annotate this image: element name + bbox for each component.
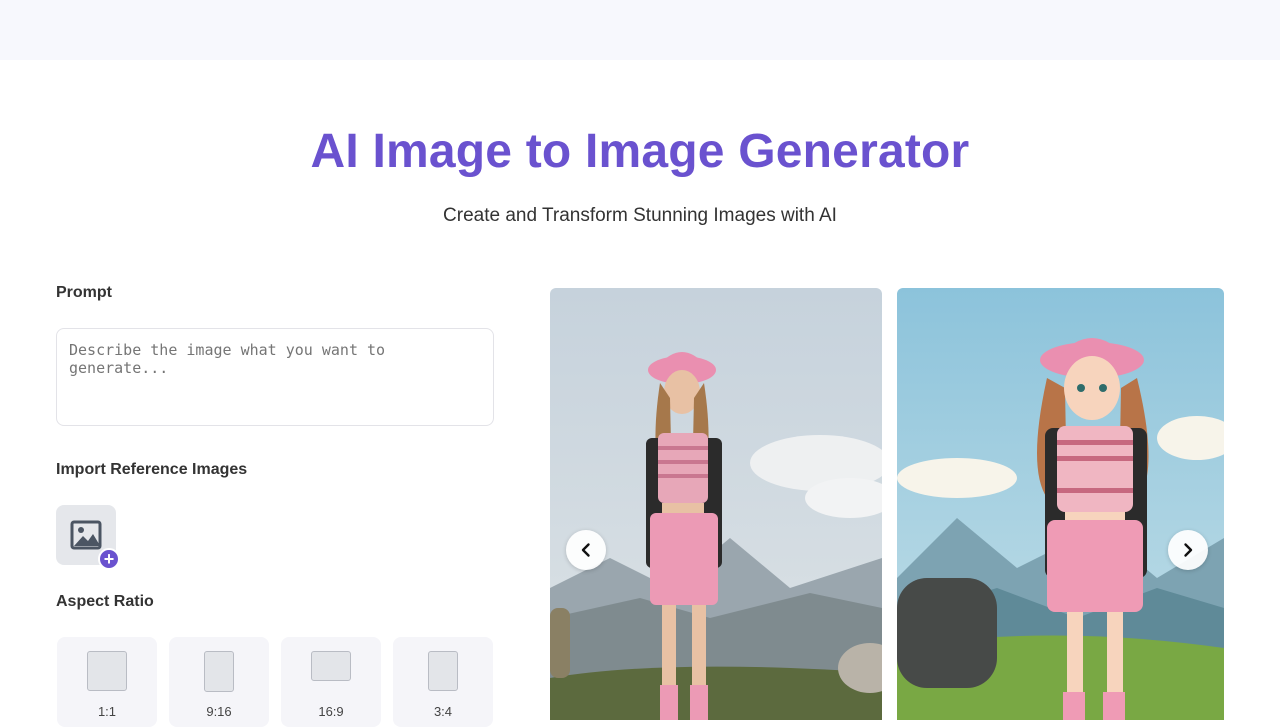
carousel-next-button[interactable] — [1168, 530, 1208, 570]
aspect-ratio-option-label: 1:1 — [97, 704, 117, 719]
portrait-ratio-icon — [428, 651, 458, 691]
plus-icon[interactable]: + — [98, 548, 120, 570]
example-anime-image — [897, 288, 1224, 720]
example-photo-image — [550, 288, 882, 720]
aspect-ratio-option-3-4[interactable]: 3:4 — [393, 637, 493, 727]
page-subtitle: Create and Transform Stunning Images wit… — [443, 205, 837, 226]
reference-images-label: Import Reference Images — [56, 461, 248, 478]
example-carousel — [550, 288, 1224, 720]
portrait-ratio-icon — [204, 651, 234, 692]
aspect-ratio-option-label: 9:16 — [206, 704, 232, 719]
top-nav-bar — [0, 0, 1280, 60]
chevron-left-icon — [581, 543, 590, 557]
aspect-ratio-option-9-16[interactable]: 9:16 — [169, 637, 269, 727]
aspect-ratio-option-1-1[interactable]: 1:1 — [57, 637, 157, 727]
prompt-label: Prompt — [56, 284, 112, 301]
chevron-right-icon — [1184, 543, 1193, 557]
landscape-ratio-icon — [311, 651, 351, 681]
carousel-slide-anime — [897, 288, 1224, 720]
prompt-input[interactable] — [56, 328, 494, 426]
square-ratio-icon — [87, 651, 127, 691]
page-title: AI Image to Image Generator — [310, 125, 970, 178]
carousel-slide-photo — [550, 288, 882, 720]
image-icon — [70, 520, 102, 550]
aspect-ratio-option-label: 16:9 — [318, 704, 344, 719]
aspect-ratio-label: Aspect Ratio — [56, 593, 154, 610]
aspect-ratio-option-label: 3:4 — [433, 704, 453, 719]
carousel-prev-button[interactable] — [566, 530, 606, 570]
aspect-ratio-option-16-9[interactable]: 16:9 — [281, 637, 381, 727]
